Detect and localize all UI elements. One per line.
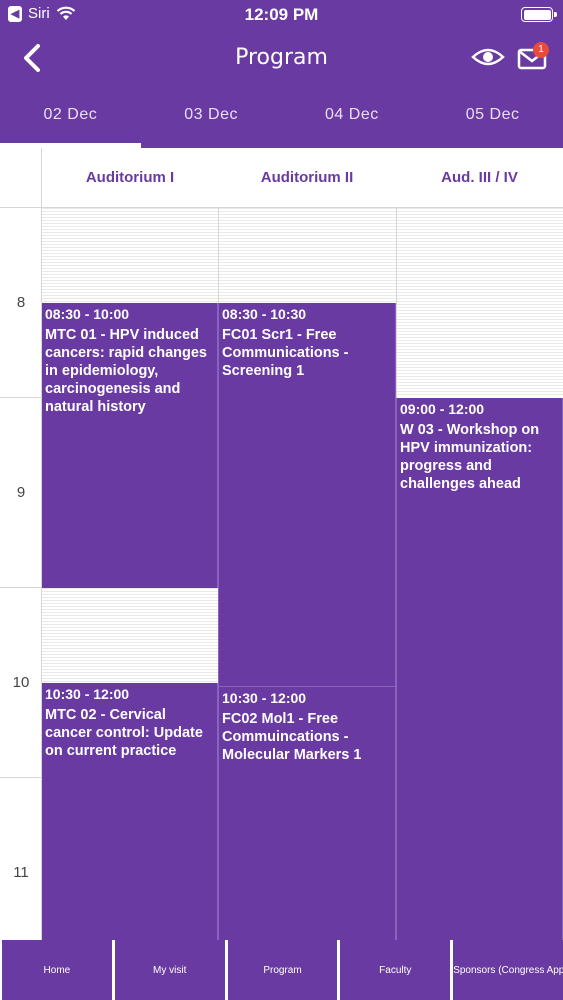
empty-slot — [42, 208, 218, 302]
event-mtc-02[interactable]: 10:30 - 12:00 MTC 02 - Cervical cancer c… — [42, 683, 218, 940]
bottom-tab-sponsors[interactable]: Sponsors (Congress App) — [453, 940, 563, 1000]
event-time: 08:30 - 10:30 — [222, 306, 307, 322]
date-tabs: 02 Dec 03 Dec 04 Dec 05 Dec — [0, 88, 563, 148]
schedule-grid[interactable]: 8 9 10 11 08:30 - 10:00 MTC 01 - HPV ind… — [0, 208, 563, 940]
auditorium-3-4-header: Aud. III / IV — [441, 169, 518, 186]
nav-bar: Program 1 — [0, 30, 563, 86]
tab-02-dec[interactable]: 02 Dec — [0, 88, 141, 148]
event-fc01-scr1[interactable]: 08:30 - 10:30 FC01 Scr1 - Free Communica… — [218, 303, 396, 686]
tab-04-dec[interactable]: 04 Dec — [282, 88, 423, 148]
bottom-nav: Home My visit Program Faculty Sponsors (… — [0, 940, 563, 1000]
event-title: MTC 02 - Cervical cancer control: Update… — [45, 707, 203, 759]
hour-divider — [0, 397, 42, 398]
hour-divider — [0, 777, 42, 778]
empty-slot — [42, 588, 218, 682]
tab-05-dec[interactable]: 05 Dec — [422, 88, 563, 148]
hour-divider — [0, 587, 42, 588]
event-time: 08:30 - 10:00 — [45, 306, 130, 322]
event-title: MTC 01 - HPV induced cancers: rapid chan… — [45, 327, 207, 415]
event-time: 09:00 - 12:00 — [400, 401, 485, 417]
time-column: 8 9 10 11 — [0, 208, 42, 940]
auditorium-2-header: Auditorium II — [260, 169, 354, 186]
empty-slot — [218, 208, 396, 302]
empty-slot — [396, 208, 563, 397]
event-time: 10:30 - 12:00 — [45, 686, 130, 702]
bottom-tab-program[interactable]: Program — [227, 940, 338, 1000]
bottom-tab-faculty[interactable]: Faculty — [340, 940, 451, 1000]
event-title: FC01 Scr1 - Free Communications - Screen… — [222, 327, 349, 379]
event-title: W 03 - Workshop on HPV immunization: pro… — [400, 422, 540, 492]
notification-badge: 1 — [533, 42, 549, 58]
battery-icon — [521, 7, 557, 22]
event-w-03[interactable]: 09:00 - 12:00 W 03 - Workshop on HPV imm… — [396, 398, 563, 940]
event-fc02-mol1[interactable]: 10:30 - 12:00 FC02 Mol1 - Free Commuinca… — [218, 686, 396, 940]
status-time: 12:09 PM — [244, 5, 319, 24]
bottom-tab-home[interactable]: Home — [2, 940, 112, 1000]
bottom-tab-my-visit[interactable]: My visit — [114, 940, 225, 1000]
hour-label-9: 9 — [16, 484, 26, 501]
auditorium-header: Auditorium I Auditorium II Aud. III / IV — [0, 148, 563, 208]
event-time: 10:30 - 12:00 — [222, 690, 307, 706]
header-corner — [0, 148, 42, 208]
header-area: ◀ Siri 12:09 PM Program 1 02 Dec 03 Dec — [0, 0, 563, 148]
eye-icon[interactable] — [471, 44, 505, 70]
event-title: FC02 Mol1 - Free Commuincations - Molecu… — [222, 711, 362, 763]
status-bar: ◀ Siri 12:09 PM — [0, 0, 563, 30]
hour-label-10: 10 — [12, 674, 30, 691]
event-mtc-01[interactable]: 08:30 - 10:00 MTC 01 - HPV induced cance… — [42, 303, 218, 588]
auditorium-1-header: Auditorium I — [85, 169, 175, 186]
tab-03-dec[interactable]: 03 Dec — [141, 88, 282, 148]
hour-label-8: 8 — [16, 294, 26, 311]
hour-label-11: 11 — [13, 864, 29, 881]
